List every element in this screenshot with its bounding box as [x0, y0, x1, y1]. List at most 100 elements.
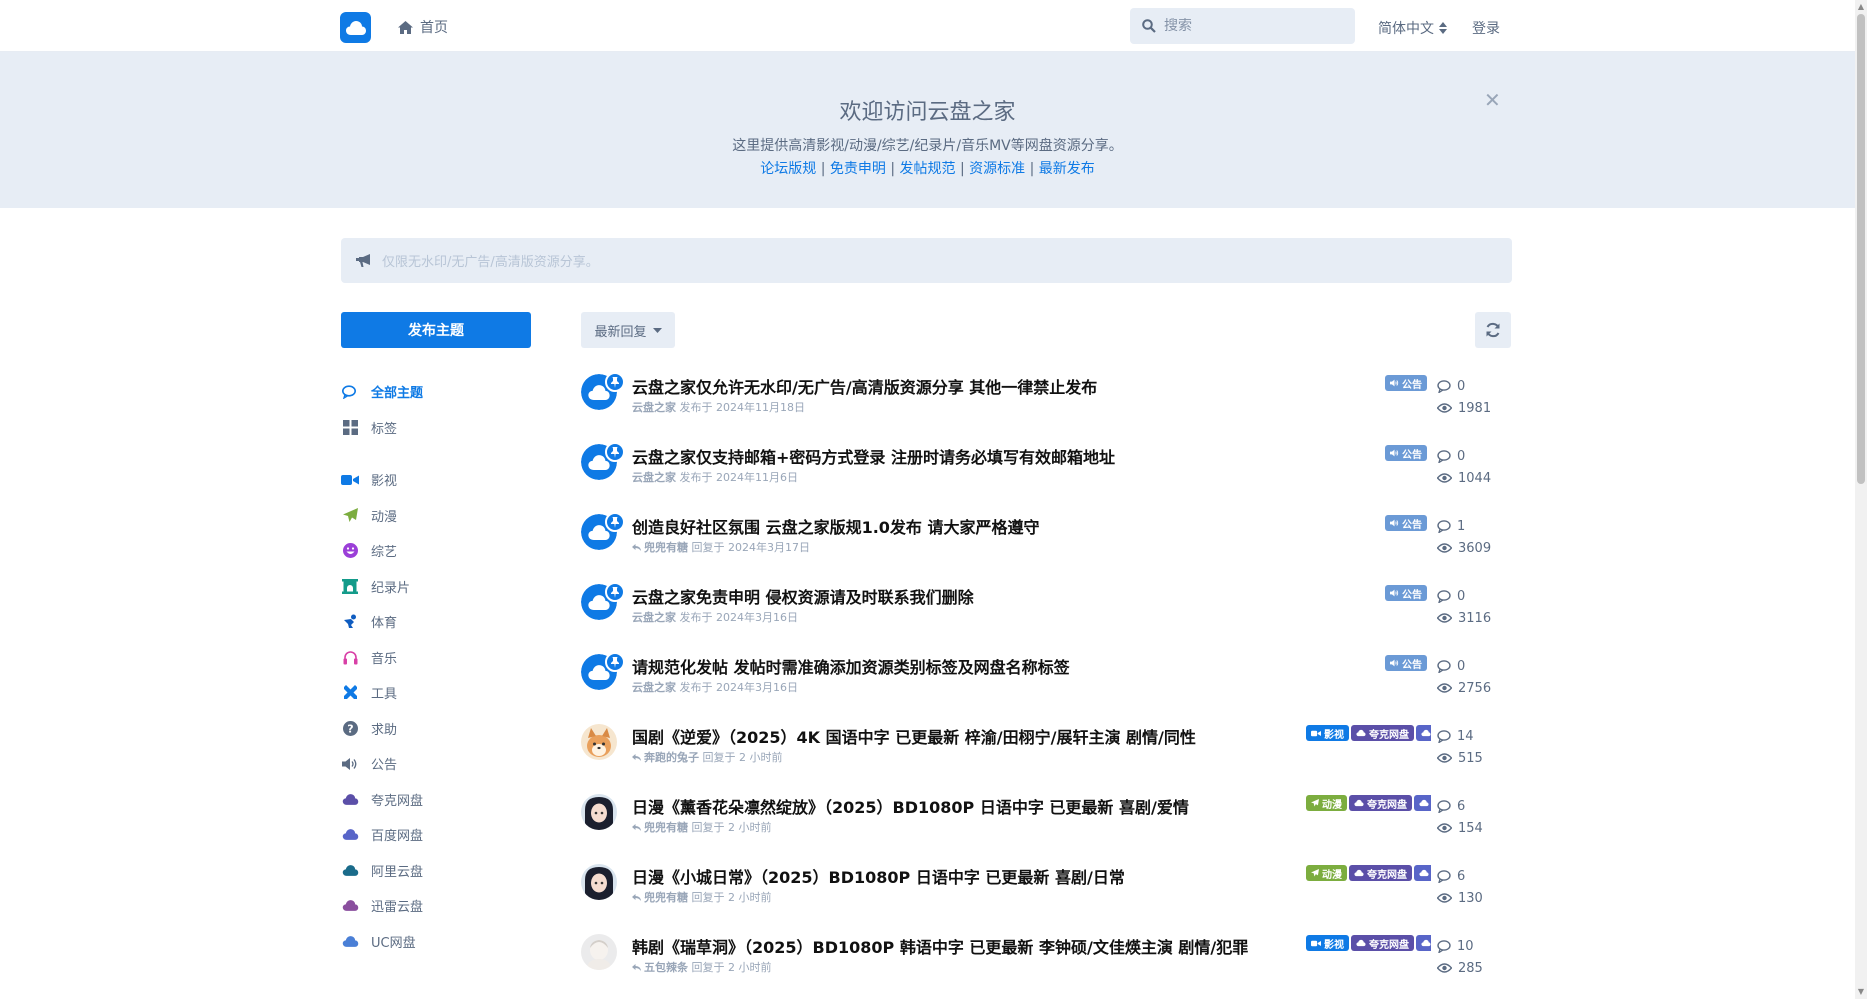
tag-movie[interactable]: 影视	[1306, 935, 1349, 951]
topic-row[interactable]: 国剧《逆爱》（2025）4K 国语中字 已更最新 梓渝/田栩宁/展轩主演 剧情/…	[580, 716, 1512, 786]
sidebar-item[interactable]: 迅雷云盘	[341, 888, 541, 924]
tag-baidu[interactable]: 百度网盘	[1416, 935, 1431, 951]
topic-row[interactable]: 云盘之家仅允许无水印/无广告/高清版资源分享 其他一律禁止发布 云盘之家 发布于 …	[580, 366, 1512, 436]
sidebar-item[interactable]: 百度网盘	[341, 817, 541, 853]
topic-author[interactable]: 云盘之家	[632, 611, 676, 624]
sidebar-item[interactable]: 公告	[341, 746, 541, 782]
home-icon	[398, 20, 413, 34]
tag-anime[interactable]: 动漫	[1306, 865, 1347, 881]
scroll-down-arrow[interactable]: ▼	[1857, 987, 1865, 997]
hero-link-posting-rules[interactable]: 发帖规范	[900, 161, 956, 177]
sidebar-item[interactable]: 体育	[341, 604, 541, 640]
tag-announce[interactable]: 公告	[1385, 515, 1427, 531]
sidebar-item[interactable]: 音乐	[341, 640, 541, 676]
new-topic-button[interactable]: 发布主题	[341, 312, 531, 348]
sidebar-item[interactable]: 夸克网盘	[341, 782, 541, 818]
login-link[interactable]: 登录	[1472, 18, 1500, 38]
tag-quark[interactable]: 夸克网盘	[1349, 795, 1412, 811]
search-box[interactable]	[1130, 8, 1355, 44]
tag-announce[interactable]: 公告	[1385, 375, 1427, 391]
volume-icon	[341, 755, 359, 773]
sidebar-item[interactable]: 工具	[341, 675, 541, 711]
hero-link-disclaimer[interactable]: 免责申明	[830, 161, 886, 177]
topic-title[interactable]: 云盘之家仅支持邮箱+密码方式登录 注册时请务必填写有效邮箱地址	[632, 444, 1115, 468]
sidebar-item[interactable]: 全部主题	[341, 374, 541, 410]
topic-title[interactable]: 云盘之家仅允许无水印/无广告/高清版资源分享 其他一律禁止发布	[632, 374, 1097, 398]
tag-baidu[interactable]: 百度网盘	[1416, 725, 1431, 741]
tag-announce[interactable]: 公告	[1385, 585, 1427, 601]
scrollbar[interactable]: ▲ ▼	[1855, 0, 1867, 999]
sidebar-item[interactable]: 纪录片	[341, 569, 541, 605]
topic-row[interactable]: 云盘之家仅支持邮箱+密码方式登录 注册时请务必填写有效邮箱地址 云盘之家 发布于 …	[580, 436, 1512, 506]
tag-baidu[interactable]: 百度网盘	[1414, 795, 1431, 811]
page: { "header": { "home_label": "首页", "searc…	[0, 0, 1867, 999]
hero-link-latest[interactable]: 最新发布	[1039, 161, 1095, 177]
topic-author[interactable]: 云盘之家	[632, 401, 676, 414]
topic-row[interactable]: 云盘之家免责申明 侵权资源请及时联系我们删除 云盘之家 发布于 2024年3月16…	[580, 576, 1512, 646]
topic-title[interactable]: 请规范化发帖 发帖时需准确添加资源类别标签及网盘名称标签	[632, 654, 1070, 678]
refresh-button[interactable]	[1475, 312, 1511, 348]
hero-link-rules[interactable]: 论坛版规	[760, 161, 816, 177]
site-logo[interactable]	[340, 12, 371, 43]
search-input[interactable]	[1164, 18, 1344, 34]
tag-announce[interactable]: 公告	[1385, 445, 1427, 461]
topic-author[interactable]: 奔跑的兔子	[644, 751, 699, 764]
topic-author[interactable]: 兜兜有糖	[644, 891, 688, 904]
topic-author[interactable]: 云盘之家	[632, 471, 676, 484]
sidebar-item[interactable]: ? 求助	[341, 711, 541, 747]
topic-title[interactable]: 云盘之家免责申明 侵权资源请及时联系我们删除	[632, 584, 974, 608]
language-selector[interactable]: 简体中文	[1378, 18, 1447, 38]
sort-dropdown[interactable]: 最新回复	[581, 312, 675, 348]
avatar[interactable]	[581, 794, 617, 830]
hero-link-resource-standard[interactable]: 资源标准	[969, 161, 1025, 177]
topic-author[interactable]: 兜兜有糖	[644, 541, 688, 554]
topic-tags: 影视 夸克网盘百度网盘	[1306, 935, 1431, 951]
sidebar-item[interactable]: 综艺	[341, 533, 541, 569]
avatar[interactable]	[581, 724, 617, 760]
topic-title[interactable]: 日漫《薰香花朵凛然绽放》（2025）BD1080P 日语中字 已更最新 喜剧/爱…	[632, 794, 1189, 818]
topic-tags: 公告	[1385, 585, 1431, 601]
tag-quark[interactable]: 夸克网盘	[1349, 865, 1412, 881]
topic-title[interactable]: 创造良好社区氛围 云盘之家版规1.0发布 请大家严格遵守	[632, 514, 1040, 538]
laugh-icon	[341, 542, 359, 560]
avatar[interactable]	[581, 864, 617, 900]
topic-row[interactable]: 请规范化发帖 发帖时需准确添加资源类别标签及网盘名称标签 云盘之家 发布于 202…	[580, 646, 1512, 716]
topic-row[interactable]: 日漫《薰香花朵凛然绽放》（2025）BD1080P 日语中字 已更最新 喜剧/爱…	[580, 786, 1512, 856]
topic-author[interactable]: 云盘之家	[632, 681, 676, 694]
tag-quark[interactable]: 夸克网盘	[1351, 725, 1414, 741]
sidebar-item[interactable]: 动漫	[341, 498, 541, 534]
topic-row[interactable]: 日漫《小城日常》（2025）BD1080P 日语中字 已更最新 喜剧/日常兜兜有…	[580, 856, 1512, 926]
reply-count: 14	[1457, 728, 1474, 744]
topic-stats: 6 154	[1437, 795, 1507, 839]
topic-time: 2024年3月17日	[728, 541, 810, 554]
scroll-thumb[interactable]	[1857, 14, 1865, 484]
sidebar-item[interactable]: 标签	[341, 410, 541, 446]
topic-title[interactable]: 韩剧《瑞草洞》（2025）BD1080P 韩语中字 已更最新 李钟硕/文佳煐主演…	[632, 934, 1248, 958]
sidebar-item[interactable]: 阿里云盘	[341, 853, 541, 889]
tag-announce[interactable]: 公告	[1385, 655, 1427, 671]
link-separator: |	[816, 161, 830, 177]
close-icon[interactable]: ✕	[1484, 88, 1501, 112]
topic-time: 2024年3月16日	[716, 611, 798, 624]
home-link[interactable]: 首页	[398, 17, 448, 37]
cloud-icon	[341, 790, 359, 808]
tag-baidu[interactable]: 百度网盘	[1414, 865, 1431, 881]
sidebar-item[interactable]: UC网盘	[341, 924, 541, 960]
topic-author[interactable]: 五包辣条	[644, 961, 688, 974]
topic-title[interactable]: 国剧《逆爱》（2025）4K 国语中字 已更最新 梓渝/田栩宁/展轩主演 剧情/…	[632, 724, 1196, 748]
announcement-bar: 仅限无水印/无广告/高清版资源分享。	[341, 238, 1512, 283]
sidebar-item[interactable]: 影视	[341, 462, 541, 498]
topic-row[interactable]: 创造良好社区氛围 云盘之家版规1.0发布 请大家严格遵守 兜兜有糖 回复于 202…	[580, 506, 1512, 576]
tag-anime[interactable]: 动漫	[1306, 795, 1347, 811]
tag-label: 夸克网盘	[1367, 869, 1407, 881]
comment-icon	[1437, 449, 1451, 463]
tag-quark[interactable]: 夸克网盘	[1351, 935, 1414, 951]
topic-row[interactable]: 韩剧《瑞草洞》（2025）BD1080P 韩语中字 已更最新 李钟硕/文佳煐主演…	[580, 926, 1512, 996]
topic-author[interactable]: 兜兜有糖	[644, 821, 688, 834]
scroll-up-arrow[interactable]: ▲	[1857, 2, 1865, 12]
tag-movie[interactable]: 影视	[1306, 725, 1349, 741]
sidebar-item-label: 百度网盘	[371, 829, 424, 845]
avatar[interactable]	[581, 934, 617, 970]
topic-tags: 公告	[1385, 655, 1431, 671]
topic-title[interactable]: 日漫《小城日常》（2025）BD1080P 日语中字 已更最新 喜剧/日常	[632, 864, 1125, 888]
